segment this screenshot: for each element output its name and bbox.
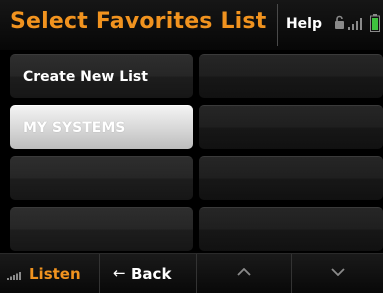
- tile-label: MY SYSTEMS: [23, 119, 126, 136]
- listen-button[interactable]: Listen: [0, 254, 100, 293]
- back-arrow-icon: ←: [113, 264, 126, 282]
- listen-label: Listen: [29, 265, 81, 283]
- bottom-toolbar: Listen ← Back: [0, 253, 383, 293]
- list-slot-empty[interactable]: [199, 156, 383, 200]
- favorites-list-grid: Create New List MY SYSTEMS: [0, 50, 383, 253]
- chevron-up-icon: [237, 268, 251, 276]
- signal-strength-icon: [7, 272, 21, 280]
- list-slot-empty[interactable]: [10, 207, 193, 251]
- page-title: Select Favorites List: [10, 9, 267, 34]
- battery-icon: [370, 14, 380, 32]
- back-button[interactable]: ← Back: [100, 254, 197, 293]
- list-item-my-systems[interactable]: MY SYSTEMS: [10, 105, 193, 149]
- title-bar: Select Favorites List Help: [0, 0, 383, 50]
- scroll-up-button[interactable]: [197, 254, 292, 293]
- tile-label: Create New List: [23, 68, 148, 85]
- help-button[interactable]: Help: [280, 8, 328, 40]
- signal-strength-icon: [348, 18, 362, 30]
- back-label: Back: [131, 265, 172, 283]
- list-slot-empty[interactable]: [199, 207, 383, 251]
- list-slot-empty[interactable]: [199, 105, 383, 149]
- scroll-down-button[interactable]: [292, 254, 383, 293]
- create-new-list-button[interactable]: Create New List: [10, 54, 193, 98]
- list-slot-empty[interactable]: [10, 156, 193, 200]
- chevron-down-icon: [330, 268, 345, 276]
- title-divider: [277, 4, 278, 46]
- list-slot-empty[interactable]: [199, 54, 383, 98]
- lock-icon: [335, 15, 344, 29]
- status-icons: [334, 13, 382, 37]
